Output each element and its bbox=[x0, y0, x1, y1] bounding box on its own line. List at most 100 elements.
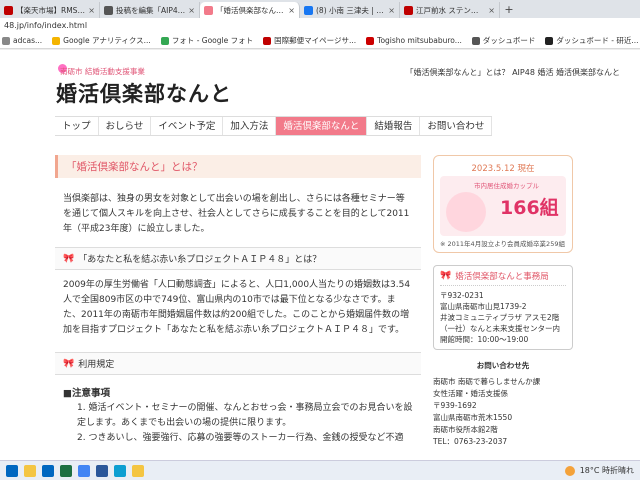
bookmark-icon bbox=[545, 36, 554, 45]
folder-icon[interactable] bbox=[132, 464, 144, 477]
bookmark-label: Togisho mitsubaburo... bbox=[377, 36, 462, 45]
nav-item[interactable]: イベント予定 bbox=[151, 117, 224, 135]
bookmark-item[interactable]: Google アナリティクス... bbox=[52, 35, 151, 46]
contact-line: 女性活躍・婚活支援係 bbox=[433, 389, 508, 398]
browser-tab[interactable]: 江戸前水 ステンレス 野菜の × bbox=[400, 2, 500, 18]
nav-item[interactable]: トップ bbox=[55, 117, 99, 135]
count-caption: 市内居住成婚カップル bbox=[474, 182, 539, 190]
section-title-rules: 利用規定 bbox=[78, 360, 115, 370]
browser-tab-bar: 【楽天市場】RMS R-Backoffi × 投稿を編集「AIP48」なる作 ×… bbox=[0, 0, 640, 18]
nav-item[interactable]: おしらせ bbox=[99, 117, 152, 135]
contact-line: 南砺市 南砺で暮らしませんか課 bbox=[433, 377, 541, 386]
office-line: 〒932-0231 bbox=[440, 291, 484, 300]
bookmark-item[interactable]: フォト - Google フォト bbox=[160, 35, 254, 46]
contact-title: お問い合わせ先 bbox=[476, 361, 530, 370]
site-tagline: 「婚活倶楽部なんと」とは？ AIP48 婚活 婚活倶楽部なんと bbox=[405, 68, 620, 77]
ribbon-icon: 🎀 bbox=[63, 358, 75, 369]
address-url[interactable]: 48.jp/info/index.html bbox=[4, 21, 87, 30]
bookmark-icon bbox=[52, 36, 61, 45]
intro-text: 当倶楽部は、独身の男女を対象として出会いの場を創出し、さらには各種セミナー等を通… bbox=[63, 194, 410, 234]
excel-icon[interactable] bbox=[60, 464, 72, 477]
bookmark-icon bbox=[263, 36, 272, 45]
couple-count: 166組 bbox=[500, 197, 559, 219]
rules-heading: ■注意事項 bbox=[63, 388, 110, 399]
bookmark-label: adcas... bbox=[13, 36, 43, 45]
global-nav: トップ おしらせ イベント予定 加入方法 婚活倶楽部なんと 結婚報告 お問い合わせ bbox=[55, 116, 493, 136]
bookmarks-bar: adcas... Google アナリティクス... フォト - Google … bbox=[0, 33, 640, 49]
chrome-icon[interactable] bbox=[78, 464, 90, 477]
bookmark-item[interactable]: adcas... bbox=[2, 36, 42, 45]
contact-address: 南砺市 南砺で暮らしませんか課 女性活躍・婚活支援係 〒939-1692 富山県… bbox=[433, 376, 573, 448]
word-icon[interactable] bbox=[96, 464, 108, 477]
edge-icon[interactable] bbox=[114, 464, 126, 477]
bookmark-label: ダッシュボード bbox=[482, 36, 536, 45]
project-text: 2009年の厚生労働省「人口動態調査」によると、人口1,000人当たりの婚姻数は… bbox=[63, 280, 411, 335]
site-header: 南砺市 結婚活動支援事業 婚活倶楽部なんと 「婚活倶楽部なんと」とは？ AIP4… bbox=[0, 49, 640, 111]
tab-title: 【楽天市場】RMS R-Backoffi bbox=[16, 5, 85, 15]
bookmark-label: Google アナリティクス... bbox=[63, 36, 151, 45]
contact-box: お問い合わせ先 南砺市 南砺で暮らしませんか課 女性活躍・婚活支援係 〒939-… bbox=[433, 360, 573, 448]
count-panel: 市内居住成婚カップル 166組 bbox=[440, 176, 566, 236]
bookmark-item[interactable]: ダッシュボード - 研近... bbox=[545, 35, 639, 46]
nav-item[interactable]: 結婚報告 bbox=[367, 117, 421, 135]
office-line: 富山県南砺市山見1739-2 bbox=[440, 302, 527, 311]
tab-title: 投稿を編集「AIP48」なる作 bbox=[116, 5, 185, 15]
bookmark-item[interactable]: Togisho mitsubaburo... bbox=[366, 36, 462, 45]
mail-icon[interactable] bbox=[42, 464, 54, 477]
bookmark-icon bbox=[160, 36, 169, 45]
close-icon[interactable]: × bbox=[188, 6, 195, 15]
close-icon[interactable]: × bbox=[288, 6, 295, 15]
web-page: 南砺市 結婚活動支援事業 婚活倶楽部なんと 「婚活倶楽部なんと」とは？ AIP4… bbox=[0, 49, 640, 460]
bookmark-icon bbox=[471, 36, 480, 45]
taskbar-tray: 18°C 時折晴れ bbox=[564, 465, 634, 476]
tab-title: 江戸前水 ステンレス 野菜の bbox=[416, 5, 486, 15]
browser-tab[interactable]: 「婚活倶楽部なんと」とは？ × bbox=[200, 2, 300, 18]
bookmark-icon bbox=[366, 36, 375, 45]
page-title: 「婚活倶楽部なんと」とは？ bbox=[55, 155, 421, 178]
facebook-icon bbox=[304, 5, 313, 15]
main-content: 「婚活倶楽部なんと」とは？ 当倶楽部は、独身の男女を対象として出会いの場を創出し… bbox=[55, 155, 421, 446]
nav-item[interactable]: お問い合わせ bbox=[420, 117, 493, 135]
office-line: （一社）なんと未来支援センター内 bbox=[440, 324, 560, 333]
ribbon-icon: 🎀 bbox=[440, 271, 452, 281]
bookmark-label: 国際郵便マイページサ... bbox=[274, 36, 357, 45]
couple-count-banner[interactable]: 2023.5.12 現在 市内居住成婚カップル 166組 ※ 2011年4月設立… bbox=[433, 155, 573, 253]
section-heading-project: 🎀 「あなたと私を結ぶ赤い糸プロジェクトＡＩＰ４８」とは？ bbox=[55, 247, 421, 270]
weather-icon bbox=[564, 465, 575, 476]
nav-item[interactable]: 加入方法 bbox=[223, 117, 277, 135]
ribbon-icon: 🎀 bbox=[63, 253, 75, 264]
couple-illustration-icon bbox=[446, 192, 486, 232]
bookmark-item[interactable]: 国際郵便マイページサ... bbox=[263, 35, 356, 46]
weather-text[interactable]: 18°C 時折晴れ bbox=[580, 465, 634, 476]
site-logo[interactable]: 婚活倶楽部なんと bbox=[56, 78, 232, 108]
rule-item: 1. 婚活イベント・セミナーの開催、なんとおせっ会・事務局立会でのお見合いを設定… bbox=[77, 403, 413, 428]
bookmark-icon bbox=[2, 36, 10, 45]
browser-tab[interactable]: (8) 小南 三津夫 | Facebook × bbox=[300, 2, 400, 18]
office-title: 🎀 婚活倶楽部なんと事務局 bbox=[440, 270, 566, 286]
office-address: 〒932-0231 富山県南砺市山見1739-2 井波コミュニティプラザ アスモ… bbox=[440, 290, 566, 345]
taskbar: 18°C 時折晴れ bbox=[0, 460, 640, 480]
count-date: 2023.5.12 現在 bbox=[471, 164, 535, 174]
close-icon[interactable]: × bbox=[388, 6, 395, 15]
bookmark-label: フォト - Google フォト bbox=[171, 36, 254, 45]
contact-line: 富山県南砺市荒木1550 bbox=[433, 413, 513, 422]
tab-title: 「婚活倶楽部なんと」とは？ bbox=[216, 5, 285, 15]
tab-title: (8) 小南 三津夫 | Facebook bbox=[316, 5, 385, 15]
browser-tab[interactable]: 投稿を編集「AIP48」なる作 × bbox=[100, 2, 200, 18]
file-explorer-icon[interactable] bbox=[24, 464, 36, 477]
bookmark-item[interactable]: ダッシュボード bbox=[471, 35, 536, 46]
search-icon[interactable] bbox=[6, 464, 18, 477]
address-bar[interactable]: 48.jp/info/index.html bbox=[0, 18, 640, 33]
new-tab-button[interactable]: + bbox=[500, 2, 518, 18]
page-icon bbox=[204, 5, 213, 15]
shop-icon bbox=[404, 5, 413, 15]
browser-tab[interactable]: 【楽天市場】RMS R-Backoffi × bbox=[0, 2, 100, 18]
rules-list: 1. 婚活イベント・セミナーの開催、なんとおせっ会・事務局立会でのお見合いを設定… bbox=[77, 401, 413, 446]
sidebar: 2023.5.12 現在 市内居住成婚カップル 166組 ※ 2011年4月設立… bbox=[433, 155, 573, 448]
nav-item[interactable]: 婚活倶楽部なんと bbox=[276, 117, 368, 135]
close-icon[interactable]: × bbox=[488, 6, 495, 15]
count-note: ※ 2011年4月設立より会員成婚卒業259組 bbox=[440, 240, 565, 248]
office-box: 🎀 婚活倶楽部なんと事務局 〒932-0231 富山県南砺市山見1739-2 井… bbox=[433, 265, 573, 350]
close-icon[interactable]: × bbox=[88, 6, 95, 15]
contact-line: TEL：0763-23-2037 bbox=[433, 437, 508, 446]
